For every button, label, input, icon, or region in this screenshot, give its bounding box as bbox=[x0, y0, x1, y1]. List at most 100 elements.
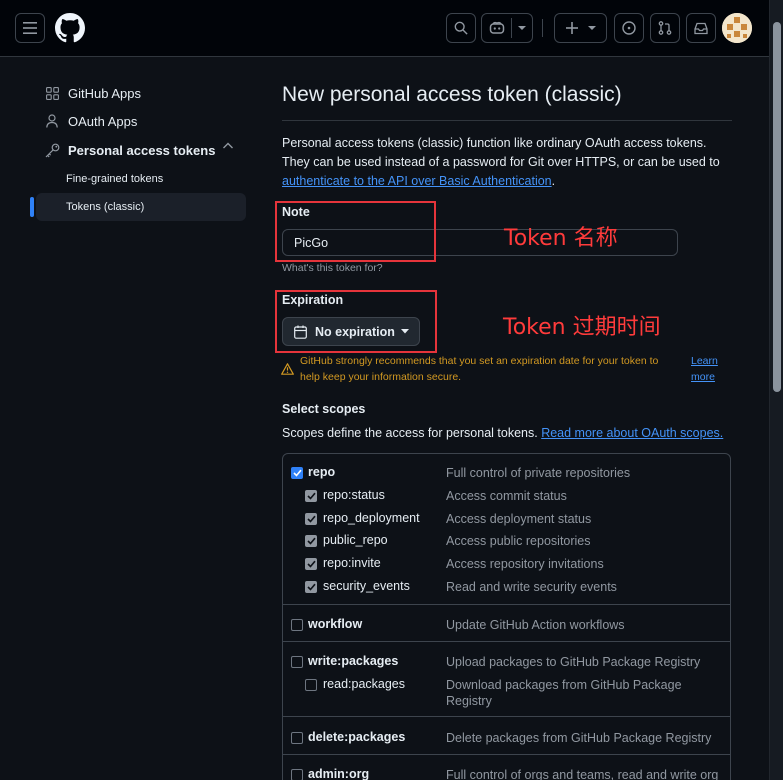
alert-icon bbox=[281, 363, 294, 375]
title-divider bbox=[282, 120, 732, 121]
select-scopes-heading: Select scopes bbox=[282, 402, 366, 416]
scope-name: repo bbox=[308, 465, 336, 479]
header-divider bbox=[542, 19, 543, 37]
scope-row-public-repo: public_repo Access public repositories bbox=[283, 532, 730, 552]
scope-description: Delete packages from GitHub Package Regi… bbox=[446, 731, 712, 745]
scope-row-repo-deployment: repo_deployment Access deployment status bbox=[283, 510, 730, 530]
learn-more-link[interactable]: Learn more bbox=[691, 353, 731, 385]
scope-checkbox-workflow[interactable] bbox=[291, 619, 303, 631]
scope-name: repo:invite bbox=[323, 556, 381, 570]
scope-checkbox-public-repo[interactable] bbox=[305, 535, 317, 547]
sidebar-item-tokens-classic[interactable]: Tokens (classic) bbox=[36, 193, 246, 221]
scope-group-divider bbox=[283, 604, 730, 605]
scope-row-write-packages: write:packages Upload packages to GitHub… bbox=[283, 653, 730, 673]
chevron-up-icon[interactable] bbox=[222, 141, 234, 151]
scope-description: Access repository invitations bbox=[446, 557, 604, 571]
scope-row-delete-packages: delete:packages Delete packages from Git… bbox=[283, 729, 730, 749]
key-icon bbox=[44, 142, 60, 158]
scrollbar-thumb[interactable] bbox=[773, 22, 781, 392]
expiration-highlight-box bbox=[275, 290, 437, 353]
chevron-down-icon bbox=[587, 26, 596, 30]
scope-row-read-packages: read:packages Download packages from Git… bbox=[283, 676, 730, 710]
scope-description: Read and write security events bbox=[446, 580, 617, 594]
active-indicator bbox=[30, 197, 34, 217]
git-pull-request-icon bbox=[658, 21, 672, 35]
scope-description: Access commit status bbox=[446, 489, 567, 503]
scope-checkbox-admin-org[interactable] bbox=[291, 769, 303, 780]
search-button[interactable] bbox=[446, 13, 476, 43]
sidebar-item-github-apps[interactable]: GitHub Apps bbox=[36, 79, 246, 107]
check-icon bbox=[306, 583, 316, 591]
scope-description: Full control of orgs and teams, read and… bbox=[446, 768, 719, 780]
scope-checkbox-repo-status[interactable] bbox=[305, 490, 317, 502]
person-icon bbox=[44, 113, 60, 129]
note-annotation: Token 名称 bbox=[504, 226, 618, 251]
scope-name: repo:status bbox=[323, 488, 385, 502]
page-scrollbar[interactable] bbox=[769, 0, 783, 780]
avatar[interactable] bbox=[722, 13, 752, 43]
check-icon bbox=[306, 515, 316, 523]
scope-checkbox-write-packages[interactable] bbox=[291, 656, 303, 668]
scope-name: delete:packages bbox=[308, 730, 406, 744]
scopes-list: repo Full control of private repositorie… bbox=[282, 453, 731, 780]
description-end: . bbox=[551, 174, 556, 188]
scope-name: read:packages bbox=[323, 677, 406, 691]
scope-group-divider bbox=[283, 754, 730, 755]
copilot-icon bbox=[489, 21, 505, 34]
sidebar-item-label: Personal access tokens bbox=[68, 142, 216, 158]
scope-name: repo_deployment bbox=[323, 511, 420, 525]
copilot-button[interactable] bbox=[481, 13, 533, 43]
check-icon bbox=[306, 492, 316, 500]
scope-description: Download packages from GitHub Package Re… bbox=[446, 678, 682, 708]
sidebar-item-label: GitHub Apps bbox=[68, 85, 141, 101]
scopes-description-text: Scopes define the access for personal to… bbox=[282, 426, 538, 440]
scope-name: public_repo bbox=[323, 533, 388, 547]
scope-name: security_events bbox=[323, 579, 410, 593]
scope-name: write:packages bbox=[308, 654, 399, 668]
sidebar-item-fine-grained-tokens[interactable]: Fine-grained tokens bbox=[36, 165, 246, 193]
oauth-scopes-link[interactable]: Read more about OAuth scopes. bbox=[541, 426, 723, 440]
scope-checkbox-repo-deployment[interactable] bbox=[305, 513, 317, 525]
inbox-icon bbox=[694, 22, 708, 34]
scope-row-workflow: workflow Update GitHub Action workflows bbox=[283, 616, 730, 636]
scope-checkbox-delete-packages[interactable] bbox=[291, 732, 303, 744]
sidebar-item-label: OAuth Apps bbox=[68, 113, 138, 129]
scope-group-divider bbox=[283, 716, 730, 717]
sidebar-subitem-label: Fine-grained tokens bbox=[66, 173, 164, 185]
inbox-button[interactable] bbox=[686, 13, 716, 43]
note-hint: What's this token for? bbox=[282, 262, 383, 274]
scope-row-repo-invite: repo:invite Access repository invitation… bbox=[283, 555, 730, 575]
scope-description: Update GitHub Action workflows bbox=[446, 618, 625, 632]
sidebar-item-oauth-apps[interactable]: OAuth Apps bbox=[36, 107, 246, 135]
scope-group-divider bbox=[283, 641, 730, 642]
hamburger-menu-button[interactable] bbox=[15, 13, 45, 43]
pull-requests-button[interactable] bbox=[650, 13, 680, 43]
basic-auth-link[interactable]: authenticate to the API over Basic Authe… bbox=[282, 174, 552, 188]
expiration-annotation: Token 过期时间 bbox=[503, 315, 661, 340]
create-new-button[interactable] bbox=[554, 13, 607, 43]
scope-description: Full control of private repositories bbox=[446, 466, 631, 480]
scope-name: workflow bbox=[308, 617, 363, 631]
scope-description: Upload packages to GitHub Package Regist… bbox=[446, 655, 701, 669]
sidebar-item-personal-access-tokens[interactable]: Personal access tokens bbox=[36, 136, 246, 164]
scope-description: Access deployment status bbox=[446, 512, 592, 526]
issue-opened-icon bbox=[622, 21, 636, 35]
note-highlight-box bbox=[275, 201, 436, 262]
scope-row-admin-org: admin:org Full control of orgs and teams… bbox=[283, 766, 730, 780]
description-text: Personal access tokens (classic) functio… bbox=[282, 136, 720, 169]
github-logo-icon[interactable] bbox=[55, 13, 85, 43]
scope-checkbox-read-packages[interactable] bbox=[305, 679, 317, 691]
scope-row-repo-status: repo:status Access commit status bbox=[283, 487, 730, 507]
issues-button[interactable] bbox=[614, 13, 644, 43]
scope-description: Access public repositories bbox=[446, 534, 591, 548]
chevron-down-icon bbox=[518, 26, 526, 30]
scope-checkbox-security-events[interactable] bbox=[305, 581, 317, 593]
check-icon bbox=[292, 469, 302, 477]
hamburger-icon bbox=[23, 22, 37, 34]
page-title: New personal access token (classic) bbox=[282, 83, 622, 106]
scope-checkbox-repo[interactable] bbox=[291, 467, 303, 479]
scope-row-repo: repo Full control of private repositorie… bbox=[283, 464, 730, 484]
check-icon bbox=[306, 537, 316, 545]
check-icon bbox=[306, 560, 316, 568]
scope-checkbox-repo-invite[interactable] bbox=[305, 558, 317, 570]
